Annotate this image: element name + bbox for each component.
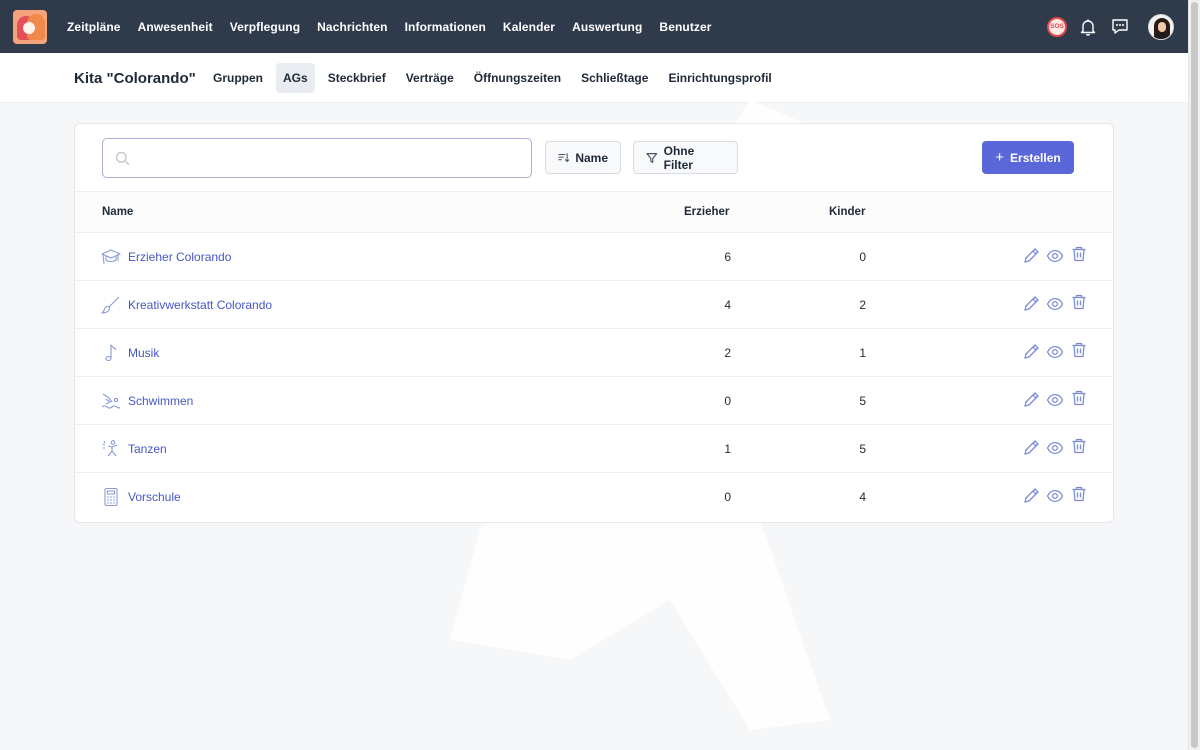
- filter-button[interactable]: Ohne Filter: [633, 141, 738, 174]
- nav-item-nachrichten[interactable]: Nachrichten: [317, 20, 387, 34]
- graduation-cap-icon: [101, 249, 121, 265]
- sos-label: SOS: [1050, 23, 1064, 30]
- trash-icon[interactable]: [1070, 245, 1088, 263]
- plus-icon: +: [995, 149, 1005, 166]
- app-logo[interactable]: [13, 10, 47, 44]
- calculator-icon: [104, 487, 118, 507]
- pencil-icon[interactable]: [1022, 487, 1040, 505]
- table-row[interactable]: Erzieher Colorando 6 0: [75, 233, 1113, 281]
- eye-icon[interactable]: [1046, 487, 1064, 505]
- kinder-count: 4: [859, 490, 866, 504]
- column-header-erzieher[interactable]: Erzieher: [684, 206, 729, 218]
- user-avatar[interactable]: [1148, 13, 1174, 40]
- pencil-icon[interactable]: [1022, 343, 1040, 361]
- chat-icon[interactable]: [1110, 17, 1130, 37]
- ag-name-link[interactable]: Kreativwerkstatt Colorando: [128, 298, 272, 312]
- table-row[interactable]: Musik 2 1: [75, 329, 1113, 377]
- pencil-icon[interactable]: [1022, 439, 1040, 457]
- table-header: Name Erzieher Kinder: [75, 191, 1113, 233]
- table-row[interactable]: Tanzen 1 5: [75, 425, 1113, 473]
- trash-icon[interactable]: [1070, 437, 1088, 455]
- eye-icon[interactable]: [1046, 247, 1064, 265]
- nav-item-auswertung[interactable]: Auswertung: [572, 20, 642, 34]
- search-input[interactable]: [139, 147, 519, 169]
- pencil-icon[interactable]: [1022, 391, 1040, 409]
- erzieher-count: 4: [724, 298, 731, 312]
- nav-icons: SOS: [1047, 0, 1174, 53]
- table-row[interactable]: Schwimmen 0 5: [75, 377, 1113, 425]
- create-label: Erstellen: [1010, 150, 1061, 165]
- nav-item-benutzer[interactable]: Benutzer: [659, 20, 711, 34]
- kinder-count: 2: [859, 298, 866, 312]
- sos-icon[interactable]: SOS: [1047, 16, 1067, 37]
- music-note-icon: [105, 344, 117, 362]
- dancer-icon: [102, 440, 118, 457]
- nav-item-zeitplaene[interactable]: Zeitpläne: [67, 20, 121, 34]
- eye-icon[interactable]: [1046, 391, 1064, 409]
- nav-item-kalender[interactable]: Kalender: [503, 20, 555, 34]
- scrollbar-thumb[interactable]: [1191, 2, 1198, 748]
- ag-name-link[interactable]: Erzieher Colorando: [128, 250, 231, 264]
- erzieher-count: 0: [724, 490, 731, 504]
- tab-steckbrief[interactable]: Steckbrief: [321, 63, 393, 93]
- ag-name-link[interactable]: Schwimmen: [128, 394, 193, 408]
- table-row[interactable]: Vorschule 0 4: [75, 473, 1113, 521]
- paintbrush-icon: [101, 296, 120, 314]
- tab-ags[interactable]: AGs: [276, 63, 315, 93]
- pencil-icon[interactable]: [1022, 295, 1040, 313]
- top-navigation: Zeitpläne Anwesenheit Verpflegung Nachri…: [0, 0, 1188, 53]
- filter-icon: [646, 152, 658, 163]
- trash-icon[interactable]: [1070, 293, 1088, 311]
- page-scrollbar[interactable]: [1188, 0, 1200, 750]
- erzieher-count: 0: [724, 394, 731, 408]
- kinder-count: 5: [859, 442, 866, 456]
- bell-icon[interactable]: [1078, 17, 1098, 37]
- eye-icon[interactable]: [1046, 439, 1064, 457]
- facility-subnav: Kita "Colorando" Gruppen AGs Steckbrief …: [0, 53, 1188, 103]
- ag-name-link[interactable]: Musik: [128, 346, 159, 360]
- kinder-count: 0: [859, 250, 866, 264]
- facility-title: Kita "Colorando": [74, 70, 196, 87]
- trash-icon[interactable]: [1070, 389, 1088, 407]
- kinder-count: 1: [859, 346, 866, 360]
- tab-vertraege[interactable]: Verträge: [399, 63, 461, 93]
- column-header-kinder[interactable]: Kinder: [829, 206, 865, 218]
- pencil-icon[interactable]: [1022, 247, 1040, 265]
- eye-icon[interactable]: [1046, 343, 1064, 361]
- ag-name-link[interactable]: Vorschule: [128, 490, 181, 504]
- tab-gruppen[interactable]: Gruppen: [206, 63, 270, 93]
- kinder-count: 5: [859, 394, 866, 408]
- erzieher-count: 6: [724, 250, 731, 264]
- filter-label: Ohne Filter: [663, 143, 695, 172]
- sort-label: Name: [575, 150, 608, 165]
- tab-einrichtungsprofil[interactable]: Einrichtungsprofil: [661, 63, 778, 93]
- search-box[interactable]: [102, 138, 532, 178]
- ag-name-link[interactable]: Tanzen: [128, 442, 167, 456]
- ags-card: Name Ohne Filter + Erstellen Name Erzieh…: [74, 123, 1114, 523]
- nav-item-informationen[interactable]: Informationen: [405, 20, 486, 34]
- create-button[interactable]: + Erstellen: [982, 141, 1074, 174]
- nav-item-anwesenheit[interactable]: Anwesenheit: [138, 20, 213, 34]
- search-icon: [115, 151, 130, 171]
- table-row[interactable]: Kreativwerkstatt Colorando 4 2: [75, 281, 1113, 329]
- column-header-name[interactable]: Name: [102, 206, 133, 218]
- tab-schliesstage[interactable]: Schließtage: [574, 63, 655, 93]
- erzieher-count: 2: [724, 346, 731, 360]
- eye-icon[interactable]: [1046, 295, 1064, 313]
- swimmer-icon: [101, 393, 121, 409]
- trash-icon[interactable]: [1070, 341, 1088, 359]
- trash-icon[interactable]: [1070, 485, 1088, 503]
- facility-tabs: Gruppen AGs Steckbrief Verträge Öffnungs…: [206, 63, 785, 93]
- erzieher-count: 1: [724, 442, 731, 456]
- sort-button[interactable]: Name: [545, 141, 621, 174]
- sort-icon: [558, 152, 570, 162]
- nav-item-verpflegung[interactable]: Verpflegung: [230, 20, 300, 34]
- main-menu: Zeitpläne Anwesenheit Verpflegung Nachri…: [67, 0, 729, 53]
- tab-oeffnungszeiten[interactable]: Öffnungszeiten: [467, 63, 568, 93]
